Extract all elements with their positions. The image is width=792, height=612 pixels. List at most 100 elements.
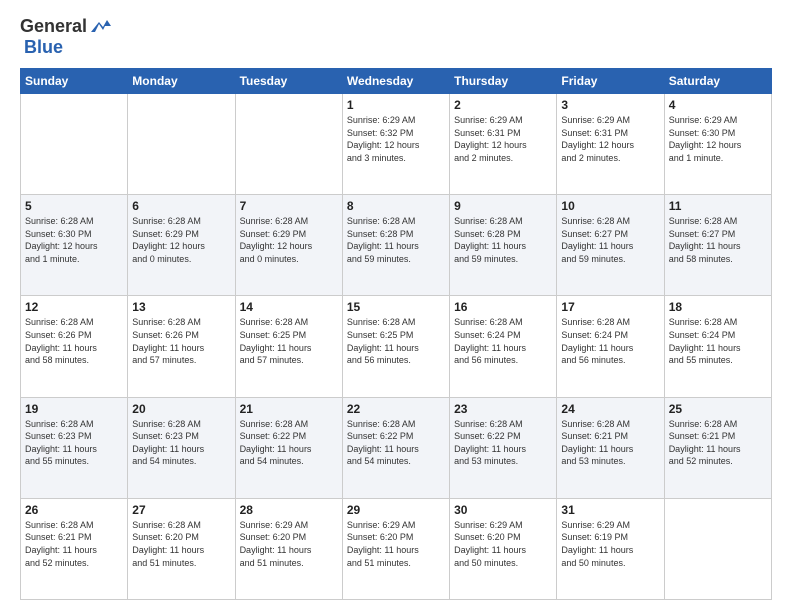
day-info: Sunrise: 6:28 AM Sunset: 6:24 PM Dayligh… [454, 316, 552, 366]
day-info: Sunrise: 6:28 AM Sunset: 6:22 PM Dayligh… [347, 418, 445, 468]
day-number: 1 [347, 98, 445, 112]
calendar-cell: 25Sunrise: 6:28 AM Sunset: 6:21 PM Dayli… [664, 397, 771, 498]
day-number: 20 [132, 402, 230, 416]
calendar-cell: 21 Sunrise: 6:28 AM Sunset: 6:22 PM Dayli… [235, 397, 342, 498]
day-number: 15 [347, 300, 445, 314]
day-info: Sunrise: 6:28 AM Sunset: 6:28 PM Dayligh… [347, 215, 445, 265]
calendar-cell: 10 Sunrise: 6:28 AM Sunset: 6:27 PM Dayli… [557, 195, 664, 296]
weekday-header-wednesday: Wednesday [342, 69, 449, 94]
day-number: 12 [25, 300, 123, 314]
calendar-cell: 15 Sunrise: 6:28 AM Sunset: 6:25 PM Dayli… [342, 296, 449, 397]
day-info: Sunrise: 6:28 AM Sunset: 6:28 PM Dayligh… [454, 215, 552, 265]
calendar-cell: 27Sunrise: 6:28 AM Sunset: 6:20 PM Dayli… [128, 498, 235, 599]
day-number: 17 [561, 300, 659, 314]
day-number: 28 [240, 503, 338, 517]
day-info: Sunrise: 6:28 AM Sunset: 6:25 PM Dayligh… [240, 316, 338, 366]
day-info: Sunrise: 6:28 AM Sunset: 6:27 PM Dayligh… [669, 215, 767, 265]
page: General Blue SundayMondayTuesdayWednesda… [0, 0, 792, 612]
weekday-header-sunday: Sunday [21, 69, 128, 94]
weekday-header-monday: Monday [128, 69, 235, 94]
day-info: Sunrise: 6:28 AM Sunset: 6:29 PM Dayligh… [132, 215, 230, 265]
day-info: Sunrise: 6:28 AM Sunset: 6:22 PM Dayligh… [240, 418, 338, 468]
day-info: Sunrise: 6:29 AM Sunset: 6:31 PM Dayligh… [454, 114, 552, 164]
logo-blue-text: Blue [24, 37, 63, 57]
day-number: 23 [454, 402, 552, 416]
calendar-cell: 12Sunrise: 6:28 AM Sunset: 6:26 PM Dayli… [21, 296, 128, 397]
calendar-week-row: 1 Sunrise: 6:29 AM Sunset: 6:32 PM Daylig… [21, 94, 772, 195]
day-number: 9 [454, 199, 552, 213]
calendar-cell: 17Sunrise: 6:28 AM Sunset: 6:24 PM Dayli… [557, 296, 664, 397]
day-info: Sunrise: 6:28 AM Sunset: 6:21 PM Dayligh… [669, 418, 767, 468]
weekday-header-friday: Friday [557, 69, 664, 94]
day-info: Sunrise: 6:28 AM Sunset: 6:30 PM Dayligh… [25, 215, 123, 265]
day-info: Sunrise: 6:28 AM Sunset: 6:27 PM Dayligh… [561, 215, 659, 265]
day-info: Sunrise: 6:28 AM Sunset: 6:22 PM Dayligh… [454, 418, 552, 468]
day-info: Sunrise: 6:28 AM Sunset: 6:21 PM Dayligh… [561, 418, 659, 468]
day-number: 18 [669, 300, 767, 314]
day-info: Sunrise: 6:29 AM Sunset: 6:31 PM Dayligh… [561, 114, 659, 164]
day-number: 4 [669, 98, 767, 112]
day-number: 11 [669, 199, 767, 213]
day-info: Sunrise: 6:29 AM Sunset: 6:32 PM Dayligh… [347, 114, 445, 164]
calendar-cell [21, 94, 128, 195]
day-number: 8 [347, 199, 445, 213]
day-info: Sunrise: 6:29 AM Sunset: 6:20 PM Dayligh… [347, 519, 445, 569]
day-number: 7 [240, 199, 338, 213]
calendar-week-row: 12 Sunrise: 6:28 AM Sunset: 6:26 PM Dayli… [21, 296, 772, 397]
day-info: Sunrise: 6:29 AM Sunset: 6:30 PM Dayligh… [669, 114, 767, 164]
logo-general-text: General [20, 16, 87, 37]
calendar-cell: 22 Sunrise: 6:28 AM Sunset: 6:22 PM Dayli… [342, 397, 449, 498]
day-info: Sunrise: 6:28 AM Sunset: 6:26 PM Dayligh… [132, 316, 230, 366]
calendar-cell: 30Sunrise: 6:29 AM Sunset: 6:20 PM Dayli… [450, 498, 557, 599]
calendar-cell: 24 Sunrise: 6:28 AM Sunset: 6:21 PM Dayli… [557, 397, 664, 498]
calendar-cell: 14 Sunrise: 6:28 AM Sunset: 6:25 PM Dayli… [235, 296, 342, 397]
calendar-cell: 4 Sunrise: 6:29 AM Sunset: 6:30 PM Daylig… [664, 94, 771, 195]
weekday-header-thursday: Thursday [450, 69, 557, 94]
calendar-week-row: 19 Sunrise: 6:28 AM Sunset: 6:23 PM Dayli… [21, 397, 772, 498]
day-number: 21 [240, 402, 338, 416]
day-number: 10 [561, 199, 659, 213]
header: General Blue [20, 16, 772, 58]
calendar-cell: 6 Sunrise: 6:28 AM Sunset: 6:29 PM Daylig… [128, 195, 235, 296]
day-info: Sunrise: 6:28 AM Sunset: 6:25 PM Dayligh… [347, 316, 445, 366]
calendar-cell [664, 498, 771, 599]
day-info: Sunrise: 6:29 AM Sunset: 6:20 PM Dayligh… [240, 519, 338, 569]
day-number: 26 [25, 503, 123, 517]
day-number: 14 [240, 300, 338, 314]
calendar-cell: 18 Sunrise: 6:28 AM Sunset: 6:24 PM Dayli… [664, 296, 771, 397]
day-number: 6 [132, 199, 230, 213]
calendar-cell: 5 Sunrise: 6:28 AM Sunset: 6:30 PM Daylig… [21, 195, 128, 296]
day-number: 5 [25, 199, 123, 213]
calendar-week-row: 5 Sunrise: 6:28 AM Sunset: 6:30 PM Daylig… [21, 195, 772, 296]
day-number: 24 [561, 402, 659, 416]
day-number: 30 [454, 503, 552, 517]
calendar-cell: 13Sunrise: 6:28 AM Sunset: 6:26 PM Dayli… [128, 296, 235, 397]
day-info: Sunrise: 6:28 AM Sunset: 6:24 PM Dayligh… [669, 316, 767, 366]
day-number: 29 [347, 503, 445, 517]
calendar-cell [128, 94, 235, 195]
calendar-cell: 16 Sunrise: 6:28 AM Sunset: 6:24 PM Dayli… [450, 296, 557, 397]
day-number: 31 [561, 503, 659, 517]
calendar-cell: 7 Sunrise: 6:28 AM Sunset: 6:29 PM Daylig… [235, 195, 342, 296]
calendar-cell: 20 Sunrise: 6:28 AM Sunset: 6:23 PM Dayli… [128, 397, 235, 498]
calendar-cell: 29 Sunrise: 6:29 AM Sunset: 6:20 PM Dayli… [342, 498, 449, 599]
calendar-table: SundayMondayTuesdayWednesdayThursdayFrid… [20, 68, 772, 600]
calendar-cell: 23 Sunrise: 6:28 AM Sunset: 6:22 PM Dayli… [450, 397, 557, 498]
weekday-header-row: SundayMondayTuesdayWednesdayThursdayFrid… [21, 69, 772, 94]
calendar-week-row: 26Sunrise: 6:28 AM Sunset: 6:21 PM Dayli… [21, 498, 772, 599]
day-number: 16 [454, 300, 552, 314]
day-number: 2 [454, 98, 552, 112]
day-info: Sunrise: 6:28 AM Sunset: 6:20 PM Dayligh… [132, 519, 230, 569]
day-number: 3 [561, 98, 659, 112]
calendar-cell: 11 Sunrise: 6:28 AM Sunset: 6:27 PM Dayli… [664, 195, 771, 296]
calendar-cell: 3 Sunrise: 6:29 AM Sunset: 6:31 PM Daylig… [557, 94, 664, 195]
day-number: 19 [25, 402, 123, 416]
calendar-cell: 9 Sunrise: 6:28 AM Sunset: 6:28 PM Daylig… [450, 195, 557, 296]
day-info: Sunrise: 6:28 AM Sunset: 6:29 PM Dayligh… [240, 215, 338, 265]
day-number: 22 [347, 402, 445, 416]
calendar-cell: 26Sunrise: 6:28 AM Sunset: 6:21 PM Dayli… [21, 498, 128, 599]
day-info: Sunrise: 6:28 AM Sunset: 6:23 PM Dayligh… [132, 418, 230, 468]
calendar-cell: 31Sunrise: 6:29 AM Sunset: 6:19 PM Dayli… [557, 498, 664, 599]
calendar-cell: 1 Sunrise: 6:29 AM Sunset: 6:32 PM Daylig… [342, 94, 449, 195]
weekday-header-saturday: Saturday [664, 69, 771, 94]
